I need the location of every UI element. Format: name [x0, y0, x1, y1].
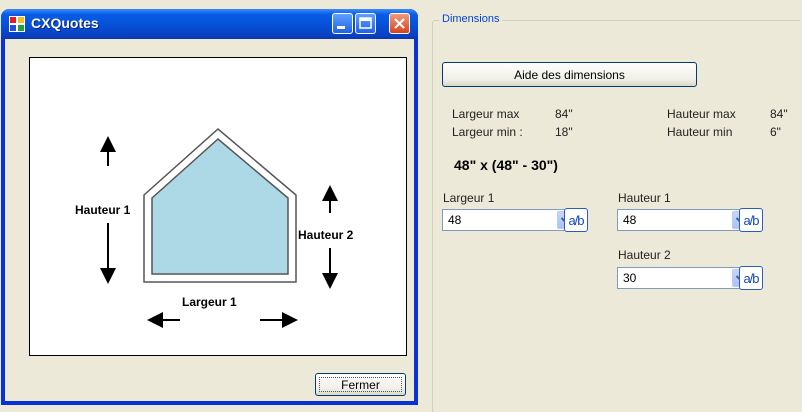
- hauteur1-label: Hauteur 1: [618, 191, 671, 205]
- width-min-value: 18": [555, 125, 573, 139]
- hauteur2-fraction-button[interactable]: a/b: [739, 266, 763, 290]
- window-client-area: Hauteur 1 Hauteur 2 Largeur 1 Fermer: [5, 39, 414, 401]
- fraction-icon: a/b: [568, 212, 584, 228]
- minimize-icon: [337, 26, 345, 29]
- width-min-label: Largeur min :: [452, 125, 523, 139]
- aide-dimensions-label: Aide des dimensions: [514, 67, 625, 82]
- width-max-value: 84": [555, 107, 573, 121]
- window-glass: [151, 138, 289, 275]
- fraction-icon: a/b: [743, 212, 759, 228]
- hauteur2-label: Hauteur 2: [618, 248, 671, 262]
- dimensions-group-title: Dimensions: [439, 13, 503, 25]
- app-icon: [9, 16, 25, 32]
- width-max-label: Largeur max: [452, 107, 520, 121]
- height1-label: Hauteur 1: [75, 203, 131, 217]
- minimize-button[interactable]: [332, 13, 353, 34]
- height-max-value: 84": [770, 107, 788, 121]
- fraction-icon: a/b: [743, 270, 759, 286]
- fermer-button[interactable]: Fermer: [315, 373, 406, 396]
- hauteur2-select[interactable]: 30: [617, 267, 751, 289]
- hauteur2-value: 30: [623, 271, 637, 285]
- height-min-value: 6": [770, 125, 781, 139]
- hauteur1-value: 48: [623, 213, 637, 227]
- maximize-icon: [359, 17, 372, 29]
- largeur1-label: Largeur 1: [443, 191, 495, 205]
- height2-label: Hauteur 2: [298, 228, 354, 242]
- close-icon: [394, 18, 405, 29]
- cxquotes-window: CXQuotes Hauteur 1 Hauteur 2 Largeur 1 F…: [1, 9, 418, 405]
- focus-rectangle: [319, 377, 402, 392]
- title-bar[interactable]: CXQuotes: [1, 9, 418, 39]
- largeur1-select[interactable]: 48: [442, 209, 576, 231]
- largeur1-value: 48: [448, 213, 462, 227]
- dimension-formula: 48" x (48" - 30"): [454, 157, 558, 173]
- close-button[interactable]: [389, 13, 410, 34]
- window-diagram: Hauteur 1 Hauteur 2 Largeur 1: [29, 57, 407, 356]
- maximize-button[interactable]: [355, 13, 376, 34]
- window-title: CXQuotes: [31, 15, 99, 31]
- height-max-label: Hauteur max: [667, 107, 736, 121]
- largeur1-fraction-button[interactable]: a/b: [564, 208, 588, 232]
- hauteur1-select[interactable]: 48: [617, 209, 751, 231]
- hauteur1-fraction-button[interactable]: a/b: [739, 208, 763, 232]
- height-min-label: Hauteur min: [667, 125, 733, 139]
- aide-dimensions-button[interactable]: Aide des dimensions: [442, 62, 697, 87]
- width1-label: Largeur 1: [182, 295, 237, 309]
